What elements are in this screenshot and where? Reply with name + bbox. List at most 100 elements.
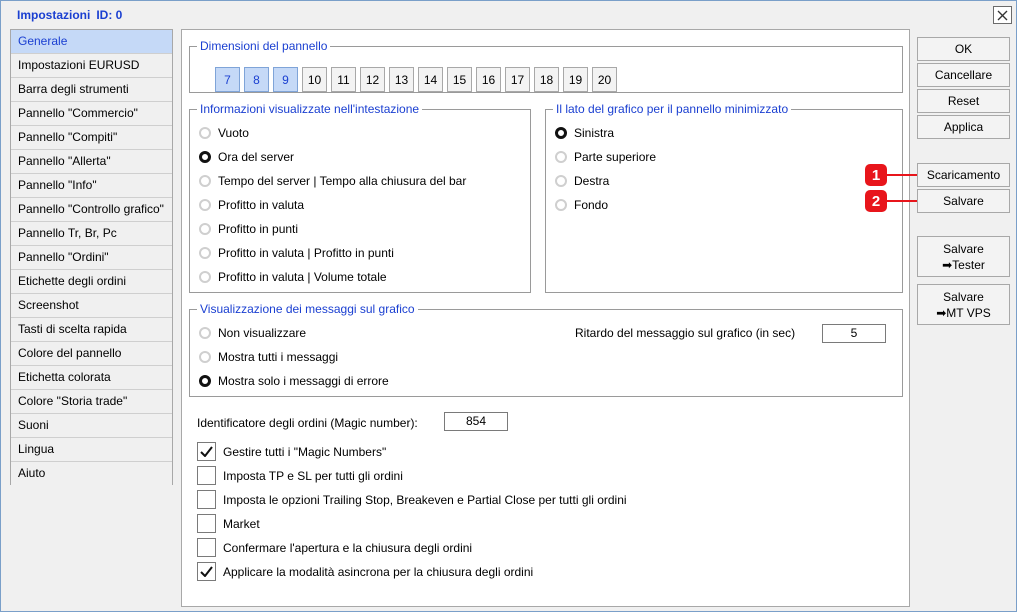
checkbox-label: Confermare l'apertura e la chiusura degl… [223,540,473,555]
header-info-option-label: Profitto in valuta [218,198,305,212]
minimized-side-title: Il lato del grafico per il pannello mini… [553,102,792,116]
save-vps-button[interactable]: Salvare ➡MT VPS [917,284,1010,325]
settings-window: Impostazioni ID: 0 Generale Impostazioni E… [0,0,1017,612]
messages-radio[interactable] [199,327,211,339]
panel-size-option[interactable]: 12 [360,67,385,92]
save-vps-line1: Salvare [943,289,984,304]
header-info-option[interactable]: Profitto in punti [199,222,298,236]
sidebar-item[interactable]: Impostazioni EURUSD [11,54,172,78]
checkbox[interactable] [197,514,216,533]
panel-size-option[interactable]: 13 [389,67,414,92]
messages-group: Visualizzazione dei messaggi sul grafico… [189,302,903,397]
panel-size-option[interactable]: 9 [273,67,298,92]
option-checkbox-row[interactable]: Market [197,514,260,533]
apply-button[interactable]: Applica [917,115,1010,139]
save-button[interactable]: Salvare [917,189,1010,213]
minimized-side-radio[interactable] [555,127,567,139]
panel-size-option[interactable]: 20 [592,67,617,92]
option-checkbox-row[interactable]: Gestire tutti i "Magic Numbers" [197,442,386,461]
sidebar-item[interactable]: Suoni [11,414,172,438]
panel-size-title: Dimensioni del pannello [197,39,331,53]
option-checkbox-row[interactable]: Confermare l'apertura e la chiusura degl… [197,538,472,557]
minimized-side-option-label: Destra [574,174,610,188]
header-info-option[interactable]: Tempo del server | Tempo alla chiusura d… [199,174,466,188]
checkbox[interactable] [197,466,216,485]
panel-size-option[interactable]: 15 [447,67,472,92]
panel-size-option[interactable]: 16 [476,67,501,92]
header-info-option[interactable]: Vuoto [199,126,249,140]
sidebar-item[interactable]: Screenshot [11,294,172,318]
option-checkbox-row[interactable]: Applicare la modalità asincrona per la c… [197,562,533,581]
header-info-option[interactable]: Profitto in valuta | Volume totale [199,270,387,284]
sidebar-item[interactable]: Pannello "Controllo grafico" [11,198,172,222]
checkmark-icon [200,566,213,577]
panel-size-option[interactable]: 8 [244,67,269,92]
sidebar-item[interactable]: Pannello "Ordini" [11,246,172,270]
minimized-side-option[interactable]: Destra [555,174,609,188]
save-vps-line2: ➡MT VPS [936,305,991,320]
sidebar-item[interactable]: Tasti di scelta rapida [11,318,172,342]
panel-size-option[interactable]: 14 [418,67,443,92]
header-info-radio[interactable] [199,247,211,259]
message-delay-label: Ritardo del messaggio sul grafico (in se… [575,326,796,340]
messages-option[interactable]: Mostra tutti i messaggi [199,350,338,364]
magic-number-label: Identificatore degli ordini (Magic numbe… [197,416,418,430]
checkbox[interactable] [197,490,216,509]
minimized-side-option[interactable]: Sinistra [555,126,614,140]
close-button[interactable] [993,6,1012,24]
messages-option-label: Non visualizzare [218,326,307,340]
sidebar-item[interactable]: Pannello "Info" [11,174,172,198]
option-checkbox-row[interactable]: Imposta le opzioni Trailing Stop, Breake… [197,490,627,509]
sidebar-item[interactable]: Generale [11,30,172,54]
header-info-radio[interactable] [199,271,211,283]
sidebar-item[interactable]: Pannello "Allerta" [11,150,172,174]
checkbox[interactable] [197,562,216,581]
checkbox[interactable] [197,538,216,557]
minimized-side-option[interactable]: Parte superiore [555,150,656,164]
header-info-option[interactable]: Ora del server [199,150,294,164]
header-info-radio[interactable] [199,199,211,211]
sidebar-item[interactable]: Aiuto [11,462,172,486]
minimized-side-radio[interactable] [555,151,567,163]
sidebar-item[interactable]: Colore "Storia trade" [11,390,172,414]
panel-size-option[interactable]: 19 [563,67,588,92]
sidebar-item[interactable]: Pannello "Commercio" [11,102,172,126]
minimized-side-radio[interactable] [555,175,567,187]
messages-radio[interactable] [199,351,211,363]
messages-option[interactable]: Mostra solo i messaggi di errore [199,374,389,388]
messages-radio[interactable] [199,375,211,387]
header-info-option[interactable]: Profitto in valuta | Profitto in punti [199,246,394,260]
sidebar-item[interactable]: Etichetta colorata [11,366,172,390]
header-info-group: Informazioni visualizzate nell'intestazi… [189,102,531,293]
minimized-side-option[interactable]: Fondo [555,198,608,212]
header-info-radio[interactable] [199,223,211,235]
header-info-radio[interactable] [199,151,211,163]
panel-size-option[interactable]: 18 [534,67,559,92]
save-tester-line2: ➡Tester [942,257,985,272]
messages-option[interactable]: Non visualizzare [199,326,306,340]
window-title: Impostazioni ID: 0 [17,8,122,22]
checkbox[interactable] [197,442,216,461]
panel-size-option[interactable]: 10 [302,67,327,92]
reset-button[interactable]: Reset [917,89,1010,113]
sidebar-item[interactable]: Pannello Tr, Br, Pc [11,222,172,246]
sidebar-item[interactable]: Pannello "Compiti" [11,126,172,150]
header-info-option[interactable]: Profitto in valuta [199,198,304,212]
message-delay-input[interactable]: 5 [822,324,886,343]
sidebar-item[interactable]: Etichette degli ordini [11,270,172,294]
header-info-radio[interactable] [199,127,211,139]
download-button[interactable]: Scaricamento [917,163,1010,187]
sidebar-item[interactable]: Lingua [11,438,172,462]
header-info-radio[interactable] [199,175,211,187]
save-tester-button[interactable]: Salvare ➡Tester [917,236,1010,277]
magic-number-input[interactable]: 854 [444,412,508,431]
minimized-side-radio[interactable] [555,199,567,211]
sidebar-item[interactable]: Colore del pannello [11,342,172,366]
panel-size-option[interactable]: 11 [331,67,356,92]
panel-size-option[interactable]: 17 [505,67,530,92]
panel-size-option[interactable]: 7 [215,67,240,92]
option-checkbox-row[interactable]: Imposta TP e SL per tutti gli ordini [197,466,403,485]
ok-button[interactable]: OK [917,37,1010,61]
sidebar-item[interactable]: Barra degli strumenti [11,78,172,102]
cancel-button[interactable]: Cancellare [917,63,1010,87]
